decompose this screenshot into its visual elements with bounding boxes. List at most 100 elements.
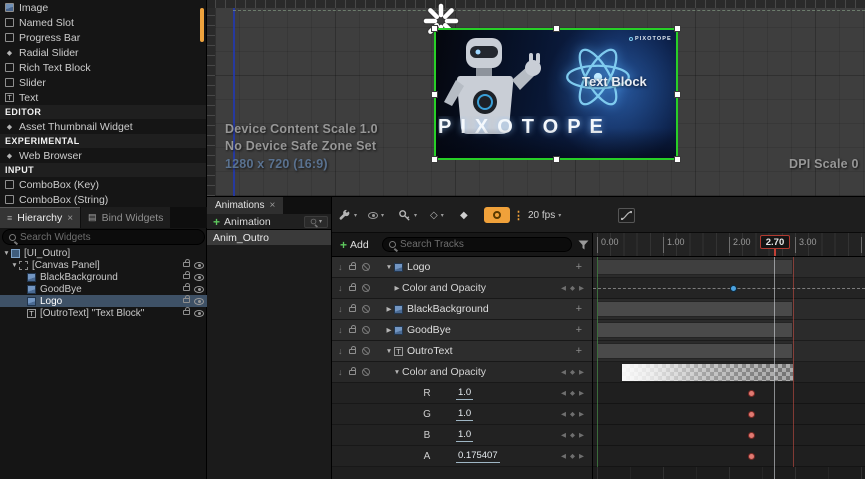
auto-key-toggle[interactable]: ⋮ xyxy=(484,206,524,224)
search-widgets-input[interactable] xyxy=(20,232,204,243)
tree-item-goodbye[interactable]: GoodBye xyxy=(0,283,207,295)
filter-funnel-icon[interactable] xyxy=(578,240,589,250)
view-options-button[interactable]: ▾ xyxy=(368,206,384,224)
mute-icon[interactable] xyxy=(362,347,370,355)
track-row-outrotext-color-opacity[interactable]: ↓ ▼ Color and Opacity ◀◆▶ xyxy=(332,362,592,383)
add-track-button[interactable]: + Add xyxy=(340,237,369,253)
palette-item-named-slot[interactable]: Named Slot xyxy=(0,15,206,30)
visibility-eye-icon[interactable] xyxy=(194,310,204,317)
mute-icon[interactable] xyxy=(362,326,370,334)
lock-icon[interactable] xyxy=(183,274,190,279)
tab-bind-widgets[interactable]: ▤ Bind Widgets xyxy=(81,207,170,228)
add-key-icon[interactable]: ◆ xyxy=(570,284,575,292)
tree-item-blackbackground[interactable]: BlackBackground xyxy=(0,271,207,283)
section-bar[interactable] xyxy=(597,259,793,275)
prev-key-icon[interactable]: ◀ xyxy=(561,431,566,439)
resize-handle[interactable] xyxy=(431,91,438,98)
track-row-blackbackground[interactable]: ↓ ▶ BlackBackground + xyxy=(332,299,592,320)
visibility-eye-icon[interactable] xyxy=(194,274,204,281)
keyframe-fill-button[interactable]: ◆ xyxy=(460,206,468,224)
expander-icon[interactable]: ▶ xyxy=(384,305,394,313)
palette-item-progress-bar[interactable]: Progress Bar xyxy=(0,30,206,45)
add-key-icon[interactable]: ◆ xyxy=(570,431,575,439)
more-options-dots-icon[interactable]: ⋮ xyxy=(513,209,524,222)
palette-item-combobox-key[interactable]: ComboBox (Key) xyxy=(0,177,206,192)
palette-item-asset-thumbnail[interactable]: ◆Asset Thumbnail Widget xyxy=(0,119,206,134)
lock-icon[interactable] xyxy=(349,286,356,291)
resize-handle[interactable] xyxy=(674,91,681,98)
playhead-marker[interactable] xyxy=(774,249,776,257)
add-key-icon[interactable]: ◆ xyxy=(570,368,575,376)
mute-icon[interactable] xyxy=(362,263,370,271)
lane-channel-a[interactable] xyxy=(593,446,865,467)
palette-scrollbar-thumb[interactable] xyxy=(200,8,204,42)
palette-item-combobox-string[interactable]: ComboBox (String) xyxy=(0,192,206,207)
tree-item-logo-selected[interactable]: Logo xyxy=(0,295,207,307)
designer-viewport[interactable]: PIXOTOPE Text Block PIXOTOPE Device Cont… xyxy=(207,0,865,196)
resize-handle[interactable] xyxy=(674,156,681,163)
key-all-options-button[interactable]: ◇ ▾ xyxy=(430,206,444,224)
palette-section-experimental[interactable]: EXPERIMENTAL xyxy=(0,134,206,148)
expander-icon[interactable]: ▼ xyxy=(392,369,402,376)
lane-logo-color-opacity[interactable] xyxy=(593,278,865,299)
close-icon[interactable]: × xyxy=(269,200,275,211)
next-key-icon[interactable]: ▶ xyxy=(579,284,584,292)
keyframe-red[interactable] xyxy=(748,411,755,418)
expander-icon[interactable]: ▶ xyxy=(384,326,394,334)
prev-key-icon[interactable]: ◀ xyxy=(561,410,566,418)
current-time-display[interactable]: 2.70 xyxy=(760,235,790,249)
add-section-icon[interactable]: + xyxy=(576,345,582,357)
selected-image-widget[interactable]: PIXOTOPE Text Block PIXOTOPE xyxy=(434,28,678,160)
palette-section-editor[interactable]: EDITOR xyxy=(0,105,206,119)
add-key-icon[interactable]: ◆ xyxy=(570,452,575,460)
prev-key-icon[interactable]: ◀ xyxy=(561,368,566,376)
lane-logo[interactable] xyxy=(593,257,865,278)
lock-icon[interactable] xyxy=(183,310,190,315)
lock-icon[interactable] xyxy=(349,370,356,375)
channel-row-g[interactable]: G 1.0 ◀◆▶ xyxy=(332,404,592,425)
expander-icon[interactable]: ▼ xyxy=(384,264,394,271)
sequencer-options-button[interactable]: ▾ xyxy=(338,206,357,224)
pin-down-icon[interactable]: ↓ xyxy=(338,304,343,314)
lock-icon[interactable] xyxy=(183,298,190,303)
animation-list-item-anim-outro[interactable]: Anim_Outro xyxy=(207,230,331,245)
next-key-icon[interactable]: ▶ xyxy=(579,389,584,397)
channel-row-b[interactable]: B 1.0 ◀◆▶ xyxy=(332,425,592,446)
lane-outrotext[interactable] xyxy=(593,341,865,362)
next-key-icon[interactable]: ▶ xyxy=(579,410,584,418)
tree-item-ui-outro[interactable]: ▼ [UI_Outro] xyxy=(0,247,207,259)
fps-selector[interactable]: 20 fps ▾ xyxy=(528,206,561,224)
channel-row-a[interactable]: A 0.175407 ◀◆▶ xyxy=(332,446,592,467)
keying-options-button[interactable]: ▾ xyxy=(398,206,417,224)
lane-channel-r[interactable] xyxy=(593,383,865,404)
palette-item-image[interactable]: Image xyxy=(0,0,206,15)
tab-hierarchy[interactable]: ≡ Hierarchy × xyxy=(0,207,80,228)
expander-icon[interactable]: ▶ xyxy=(392,284,402,292)
add-key-icon[interactable]: ◆ xyxy=(570,410,575,418)
resize-handle[interactable] xyxy=(431,156,438,163)
search-tracks-input[interactable] xyxy=(400,239,571,250)
visibility-eye-icon[interactable] xyxy=(194,286,204,293)
add-key-icon[interactable]: ◆ xyxy=(570,389,575,397)
lock-icon[interactable] xyxy=(349,265,356,270)
auto-key-button-active[interactable] xyxy=(484,207,510,223)
pin-down-icon[interactable]: ↓ xyxy=(338,283,343,293)
add-section-icon[interactable]: + xyxy=(576,261,582,273)
hierarchy-search[interactable] xyxy=(2,229,205,245)
palette-item-radial-slider[interactable]: ◆Radial Slider xyxy=(0,45,206,60)
channel-value[interactable]: 0.175407 xyxy=(456,450,500,463)
tree-item-canvas-panel[interactable]: ▼ [Canvas Panel] xyxy=(0,259,207,271)
visibility-eye-icon[interactable] xyxy=(194,262,204,269)
track-search[interactable] xyxy=(382,237,572,252)
tab-animations[interactable]: Animations × xyxy=(207,197,283,214)
visibility-eye-icon[interactable] xyxy=(194,298,204,305)
lane-goodbye[interactable] xyxy=(593,320,865,341)
pin-down-icon[interactable]: ↓ xyxy=(338,325,343,335)
resize-handle[interactable] xyxy=(431,25,438,32)
track-row-goodbye[interactable]: ↓ ▶ GoodBye + xyxy=(332,320,592,341)
timeline-ruler[interactable]: 0.00 1.00 2.00 3.00 4.00 2.70 xyxy=(593,233,865,257)
channel-value[interactable]: 1.0 xyxy=(456,408,473,421)
resize-handle[interactable] xyxy=(674,25,681,32)
prev-key-icon[interactable]: ◀ xyxy=(561,452,566,460)
lane-channel-b[interactable] xyxy=(593,425,865,446)
